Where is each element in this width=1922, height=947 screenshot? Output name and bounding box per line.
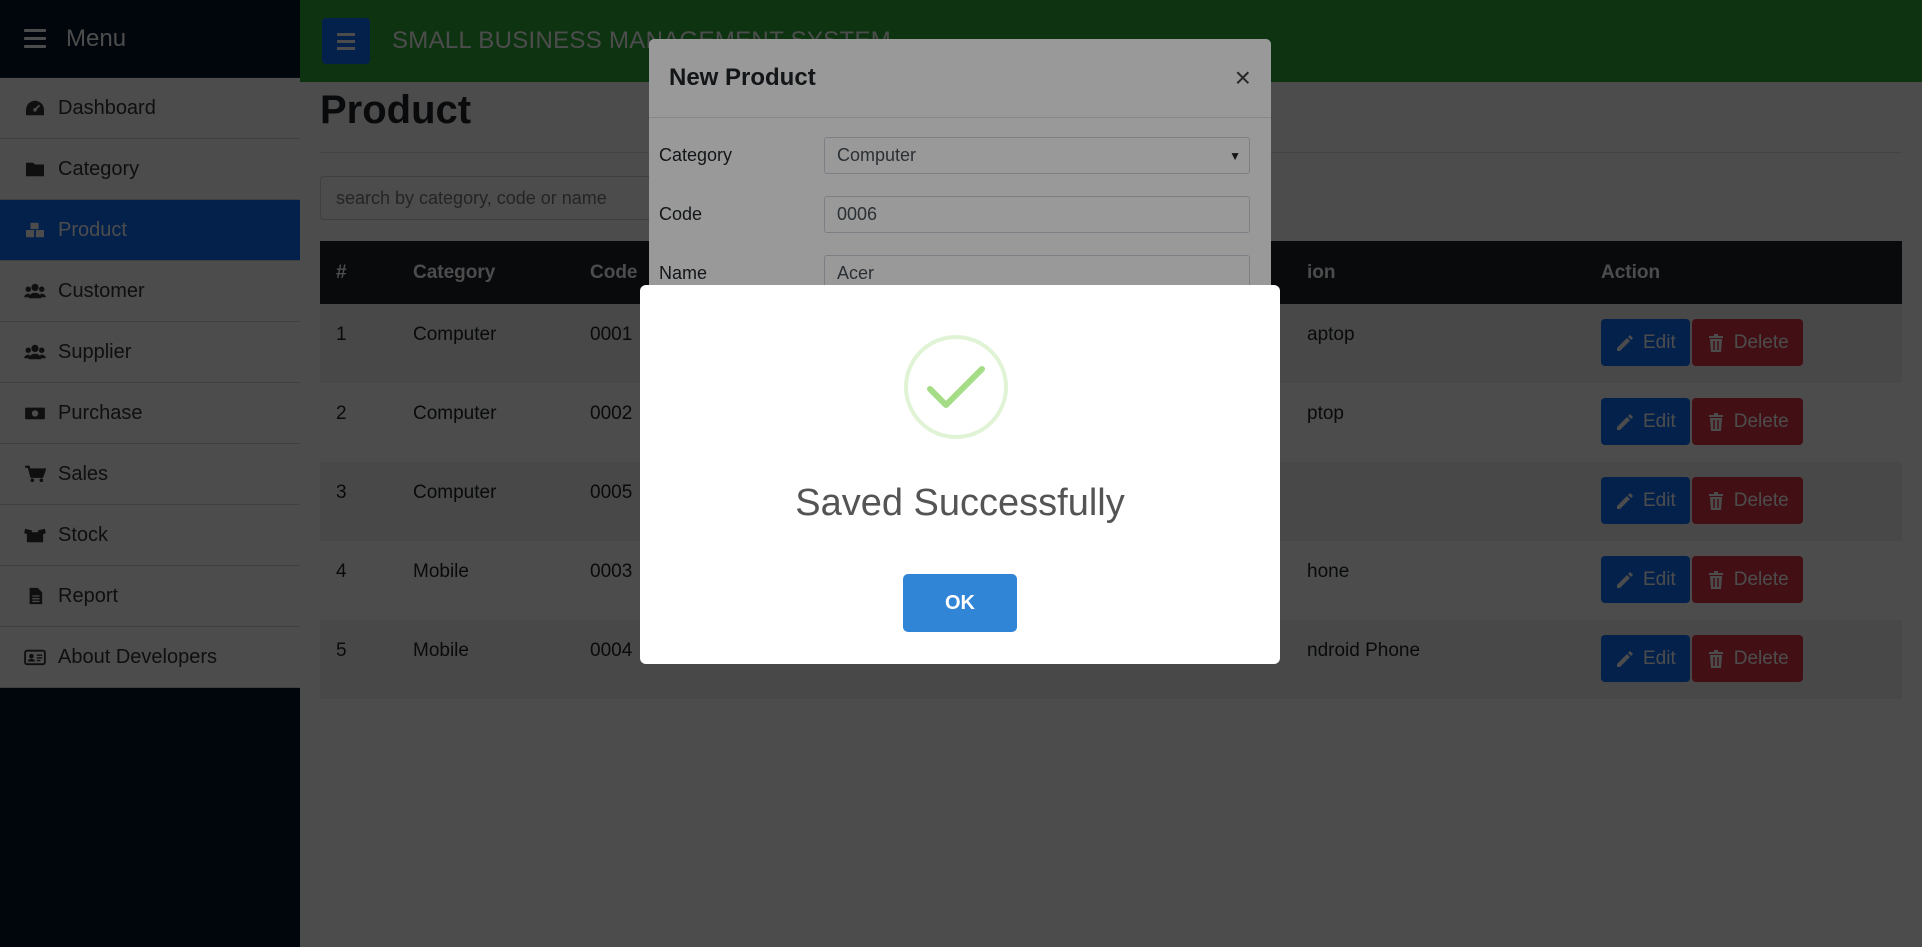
ok-button[interactable]: OK — [903, 574, 1017, 632]
success-alert-dialog: Saved Successfully OK — [640, 285, 1280, 664]
alert-title: Saved Successfully — [795, 482, 1125, 524]
success-check-icon — [904, 335, 1008, 439]
